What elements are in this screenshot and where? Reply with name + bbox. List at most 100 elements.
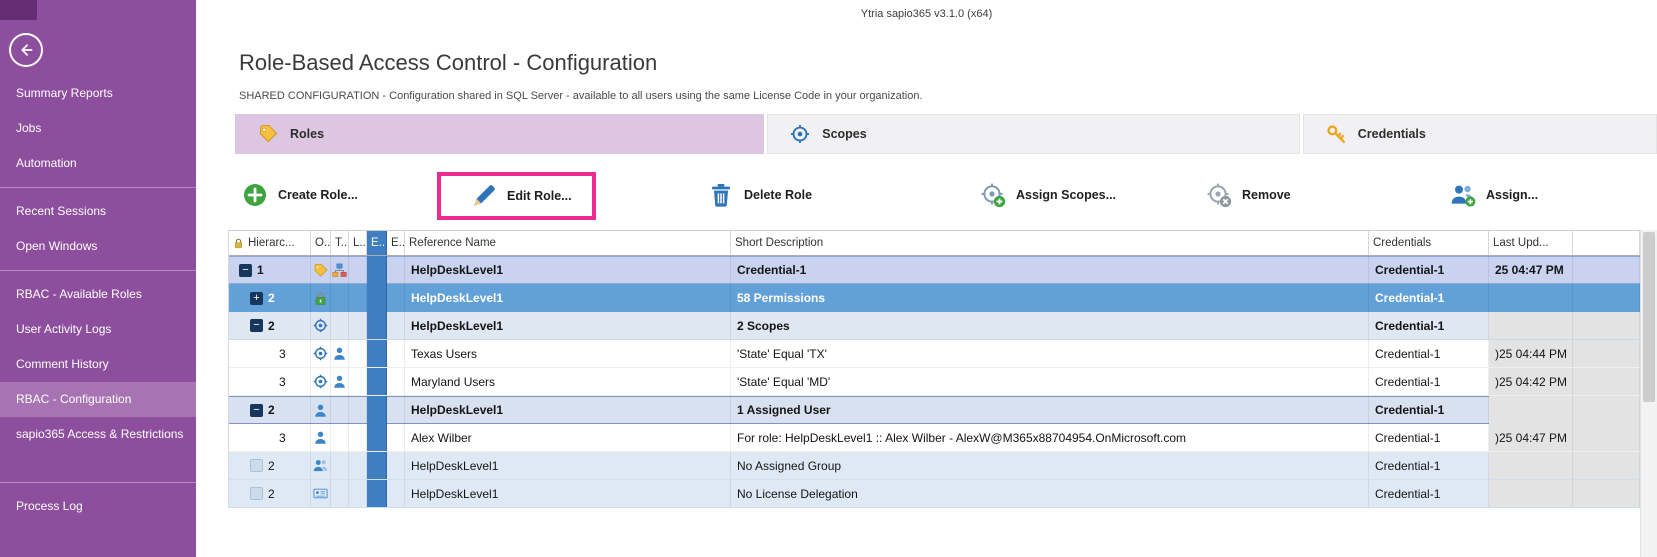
sidebar-item-jobs[interactable]: Jobs [0, 111, 196, 146]
hierarchy-level: 3 [279, 347, 293, 361]
assign-scopes-button[interactable]: Assign Scopes... [980, 182, 1116, 208]
object-type-cell [311, 480, 331, 507]
table-row[interactable]: −2HelpDeskLevel12 ScopesCredential-1 [229, 312, 1640, 340]
column-header-short-description[interactable]: Short Description [731, 231, 1369, 255]
edit-role-button[interactable]: Edit Role... [437, 172, 596, 220]
object-type-cell [311, 452, 331, 479]
tab-scopes[interactable]: Scopes [767, 114, 1300, 154]
expand-toggle[interactable]: + [250, 292, 263, 305]
delete-role-button[interactable]: Delete Role [708, 182, 812, 208]
column-header-label: Reference Name [409, 237, 496, 249]
expand-toggle-disabled [250, 459, 263, 472]
sidebar: Summary ReportsJobsAutomation Recent Sess… [0, 0, 196, 557]
sidebar-item-sapio365-access-restrictions[interactable]: sapio365 Access & Restrictions [0, 417, 196, 452]
collapse-toggle[interactable]: − [250, 404, 263, 417]
e-cell [387, 284, 405, 312]
row-filler-cell [1573, 424, 1640, 451]
column-header-e[interactable]: E... [387, 231, 405, 255]
e-highlight-cell [367, 452, 387, 479]
sidebar-item-rbac-available-roles[interactable]: RBAC - Available Roles [0, 277, 196, 312]
last-updated-cell [1489, 396, 1573, 424]
last-updated-cell: )25 04:47 PM [1489, 424, 1573, 451]
column-header-label: Short Description [735, 237, 823, 249]
vertical-scrollbar[interactable] [1640, 230, 1657, 557]
row-filler-cell [1573, 452, 1640, 479]
tab-roles[interactable]: Roles [235, 114, 764, 154]
table-row[interactable]: 3Texas Users'State' Equal 'TX'Credential… [229, 340, 1640, 368]
users-add-icon [1450, 182, 1476, 208]
table-row[interactable]: 3Alex WilberFor role: HelpDeskLevel1 :: … [229, 424, 1640, 452]
back-button[interactable] [9, 33, 43, 67]
object-type-cell [311, 340, 331, 367]
column-header-hierarc[interactable]: Hierarc... [229, 231, 311, 255]
row-filler-cell [1573, 312, 1640, 339]
lock-icon [313, 291, 328, 306]
sidebar-item-open-windows[interactable]: Open Windows [0, 229, 196, 264]
pencil-icon [471, 183, 497, 209]
table-row[interactable]: +2HelpDeskLevel158 PermissionsCredential… [229, 284, 1640, 312]
assign-button[interactable]: Assign... [1450, 182, 1538, 208]
l-cell [349, 284, 367, 312]
create-plus-icon [242, 182, 268, 208]
hierarchy-cell: −1 [229, 256, 311, 284]
column-header-filler [1573, 231, 1640, 255]
credentials-cell: Credential-1 [1369, 256, 1489, 284]
table-row[interactable]: −2HelpDeskLevel11 Assigned UserCredentia… [229, 396, 1640, 424]
column-header-e[interactable]: E... [367, 231, 387, 255]
last-updated-cell [1489, 312, 1573, 339]
hierarchy-level: 2 [268, 403, 282, 417]
table-body: −1 HelpDeskLevel1 Credential-1Credential-1… [229, 256, 1640, 508]
object-type-cell [311, 396, 331, 424]
column-header-label: Credentials [1373, 237, 1431, 249]
column-header-reference-name[interactable]: Reference Name [405, 231, 731, 255]
column-header-o[interactable]: O... [311, 231, 331, 255]
create-role-button[interactable]: Create Role... [242, 182, 358, 208]
l-cell [349, 368, 367, 395]
table-row[interactable]: 2HelpDeskLevel1No Assigned GroupCredenti… [229, 452, 1640, 480]
column-header-credentials[interactable]: Credentials [1369, 231, 1489, 255]
reference-name-cell: HelpDeskLevel1 [405, 480, 731, 507]
table-row[interactable]: 3Maryland Users'State' Equal 'MD'Credent… [229, 368, 1640, 396]
e-cell [387, 480, 405, 507]
sidebar-item-user-activity-logs[interactable]: User Activity Logs [0, 312, 196, 347]
column-header-t[interactable]: T... [331, 231, 349, 255]
e-cell [387, 424, 405, 451]
back-arrow-icon [17, 41, 35, 59]
sidebar-item-automation[interactable]: Automation [0, 146, 196, 181]
short-description-cell: Credential-1 [731, 256, 1369, 284]
column-header-l[interactable]: L... [349, 231, 367, 255]
e-highlight-cell [367, 284, 387, 312]
sidebar-item-comment-history[interactable]: Comment History [0, 347, 196, 382]
column-header-last-upd[interactable]: Last Upd... [1489, 231, 1573, 255]
e-cell [387, 312, 405, 339]
sidebar-divider [0, 270, 196, 271]
object-type-cell [311, 312, 331, 339]
sidebar-item-process-log[interactable]: Process Log [0, 489, 196, 524]
tag-icon [258, 124, 278, 144]
collapse-toggle[interactable]: − [239, 264, 252, 277]
table-row[interactable]: −1HelpDeskLevel1Credential-1Credential-1… [229, 256, 1640, 284]
header-lock-icon [233, 238, 244, 249]
user-icon [332, 346, 347, 361]
last-updated-cell [1489, 284, 1573, 312]
toolbar: Create Role... Edit Role... Delete Role Ass… [196, 168, 1657, 226]
last-updated-cell [1489, 452, 1573, 479]
remove-button[interactable]: Remove [1206, 182, 1291, 208]
reference-name-cell: Maryland Users [405, 368, 731, 395]
scope-icon [313, 318, 328, 333]
scope-remove-icon [1206, 182, 1232, 208]
scrollbar-thumb[interactable] [1643, 232, 1655, 402]
tab-credentials[interactable]: Credentials [1303, 114, 1657, 154]
table-header-row: Hierarc...O...T...L...E...E...Reference … [229, 230, 1640, 256]
sidebar-item-recent-sessions[interactable]: Recent Sessions [0, 194, 196, 229]
e-highlight-cell [367, 340, 387, 367]
row-filler-cell [1573, 284, 1640, 312]
table-row[interactable]: 2HelpDeskLevel1No License DelegationCred… [229, 480, 1640, 508]
e-cell [387, 396, 405, 424]
reference-name-cell: HelpDeskLevel1 [405, 396, 731, 424]
e-cell [387, 368, 405, 395]
collapse-toggle[interactable]: − [250, 319, 263, 332]
sidebar-item-summary-reports[interactable]: Summary Reports [0, 76, 196, 111]
sidebar-item-rbac-configuration[interactable]: RBAC - Configuration [0, 382, 196, 417]
last-updated-cell: )25 04:44 PM [1489, 340, 1573, 367]
